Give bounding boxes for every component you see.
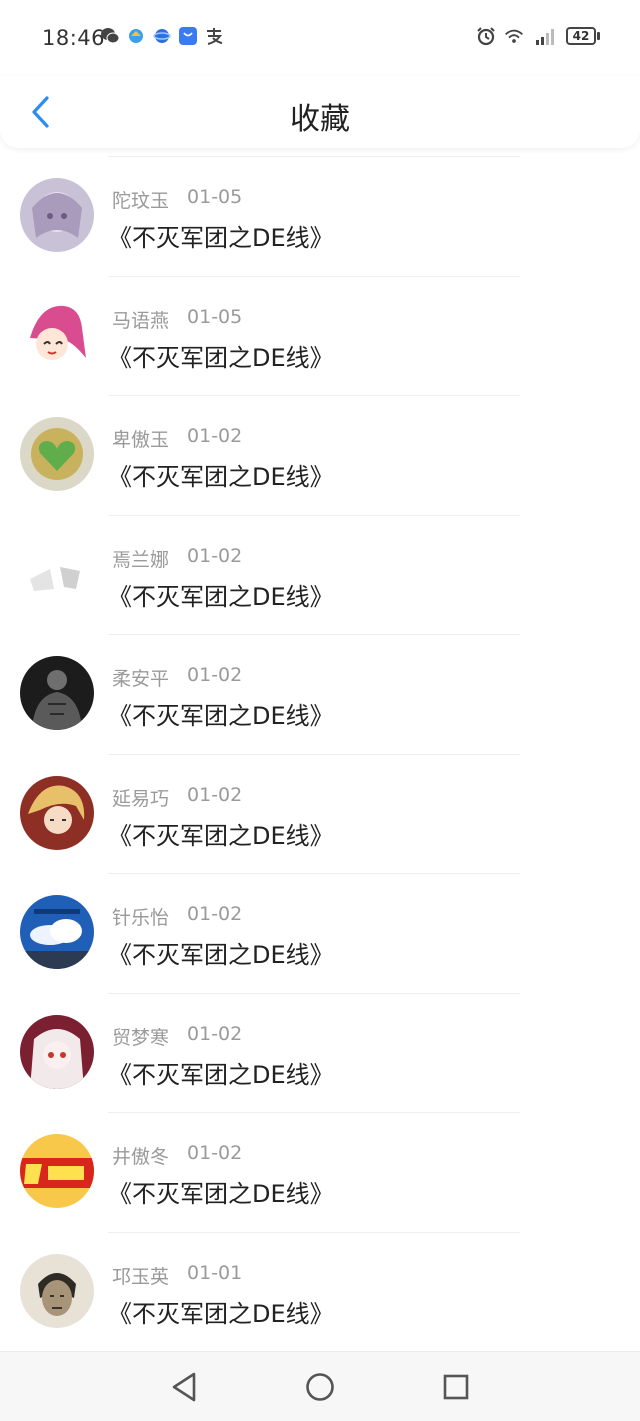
item-meta: 井傲冬 01-02 bbox=[112, 1142, 242, 1169]
list-item[interactable]: 井傲冬 01-02 《不灭军团之DE线》 bbox=[0, 1112, 640, 1232]
item-date: 01-02 bbox=[187, 1022, 243, 1045]
item-title: 《不灭军团之DE线》 bbox=[108, 224, 334, 252]
triangle-back-icon bbox=[172, 1372, 196, 1402]
item-date: 01-02 bbox=[187, 903, 243, 925]
user-name: 焉兰娜 bbox=[112, 548, 170, 571]
item-title: 《不灭军团之DE线》 bbox=[108, 582, 334, 611]
battery-indicator: 42 bbox=[566, 27, 600, 45]
avatar bbox=[20, 1253, 94, 1328]
square-recents-icon bbox=[443, 1374, 469, 1400]
item-title: 《不灭军团之DE线》 bbox=[108, 1299, 334, 1328]
app-store-icon bbox=[178, 26, 198, 46]
item-meta: 针乐怡 01-02 bbox=[112, 903, 242, 930]
list-item[interactable]: 延易巧 01-02 《不灭军团之DE线》 bbox=[0, 753, 640, 874]
wifi-icon bbox=[504, 26, 524, 46]
app-icon-blue-yellow bbox=[126, 26, 146, 46]
page-title: 收藏 bbox=[290, 102, 350, 137]
item-meta: 柔安平 01-02 bbox=[112, 664, 242, 691]
item-meta: 卑傲玉 01-02 bbox=[112, 425, 242, 452]
user-name: 马语燕 bbox=[112, 309, 170, 332]
avatar bbox=[20, 417, 94, 491]
item-title: 《不灭军团之DE线》 bbox=[108, 821, 334, 850]
nav-home-button[interactable] bbox=[302, 1369, 338, 1405]
favorites-list: 陀玟玉 01-05 《不灭军团之DE线》 马语燕 01-05 《不灭军团之DE线… bbox=[0, 156, 640, 1351]
avatar bbox=[20, 775, 94, 850]
alarm-icon bbox=[476, 26, 496, 46]
avatar bbox=[20, 1134, 94, 1208]
avatar bbox=[20, 297, 94, 372]
circle-home-icon bbox=[306, 1373, 334, 1401]
battery-level: 42 bbox=[566, 27, 596, 45]
nav-back-button[interactable] bbox=[166, 1369, 202, 1405]
status-bar: 18:46 42 bbox=[0, 0, 640, 76]
avatar bbox=[20, 895, 94, 969]
user-name: 邛玉英 bbox=[112, 1265, 170, 1288]
item-date: 01-05 bbox=[187, 305, 243, 328]
battery-tip bbox=[597, 32, 600, 40]
list-item[interactable]: 柔安平 01-02 《不灭军团之DE线》 bbox=[0, 634, 640, 754]
avatar bbox=[20, 656, 94, 730]
list-item[interactable]: 邛玉英 01-01 《不灭军团之DE线》 bbox=[0, 1231, 640, 1352]
user-name: 贸梦寒 bbox=[112, 1026, 170, 1049]
item-date: 01-02 bbox=[187, 544, 243, 567]
item-meta: 焉兰娜 01-02 bbox=[112, 545, 242, 572]
app-header: 收藏 bbox=[0, 76, 640, 148]
status-time: 18:46 bbox=[42, 26, 106, 50]
user-name: 柔安平 bbox=[112, 668, 170, 690]
item-date: 01-05 bbox=[187, 186, 243, 208]
item-title: 《不灭军团之DE线》 bbox=[108, 1180, 334, 1208]
item-date: 01-02 bbox=[187, 425, 243, 447]
list-item[interactable]: 陀玟玉 01-05 《不灭军团之DE线》 bbox=[0, 156, 640, 276]
item-meta: 陀玟玉 01-05 bbox=[112, 186, 242, 213]
item-meta: 邛玉英 01-01 bbox=[112, 1262, 242, 1289]
item-title: 《不灭军团之DE线》 bbox=[108, 463, 334, 491]
item-meta: 马语燕 01-05 bbox=[112, 306, 242, 333]
item-date: 01-02 bbox=[187, 1142, 243, 1164]
list-item[interactable]: 焉兰娜 01-02 《不灭军团之DE线》 bbox=[0, 514, 640, 635]
system-navigation-bar bbox=[0, 1351, 640, 1421]
item-meta: 延易巧 01-02 bbox=[112, 784, 242, 811]
item-date: 01-02 bbox=[187, 783, 243, 806]
user-name: 卑傲玉 bbox=[112, 429, 170, 451]
system-icons: 42 bbox=[476, 26, 600, 46]
list-item[interactable]: 卑傲玉 01-02 《不灭军团之DE线》 bbox=[0, 395, 640, 515]
item-title: 《不灭军团之DE线》 bbox=[108, 343, 334, 372]
item-title: 《不灭军团之DE线》 bbox=[108, 702, 334, 730]
notification-icons bbox=[100, 26, 224, 46]
signal-icon bbox=[532, 26, 558, 46]
avatar bbox=[20, 536, 94, 611]
item-date: 01-02 bbox=[187, 664, 243, 686]
list-item[interactable]: 贸梦寒 01-02 《不灭军团之DE线》 bbox=[0, 992, 640, 1113]
nav-recents-button[interactable] bbox=[438, 1369, 474, 1405]
list-item[interactable]: 针乐怡 01-02 《不灭军团之DE线》 bbox=[0, 873, 640, 993]
item-title: 《不灭军团之DE线》 bbox=[108, 1060, 334, 1089]
item-meta: 贸梦寒 01-02 bbox=[112, 1023, 242, 1050]
user-name: 井傲冬 bbox=[112, 1146, 170, 1168]
item-title: 《不灭军团之DE线》 bbox=[108, 941, 334, 969]
list-item[interactable]: 马语燕 01-05 《不灭军团之DE线》 bbox=[0, 275, 640, 396]
item-date: 01-01 bbox=[187, 1261, 243, 1284]
alipay-icon bbox=[204, 26, 224, 46]
avatar bbox=[20, 178, 94, 252]
browser-icon bbox=[152, 26, 172, 46]
user-name: 针乐怡 bbox=[112, 907, 170, 929]
avatar bbox=[20, 1014, 94, 1089]
user-name: 陀玟玉 bbox=[112, 190, 170, 212]
wechat-icon bbox=[100, 26, 120, 46]
user-name: 延易巧 bbox=[112, 787, 170, 810]
